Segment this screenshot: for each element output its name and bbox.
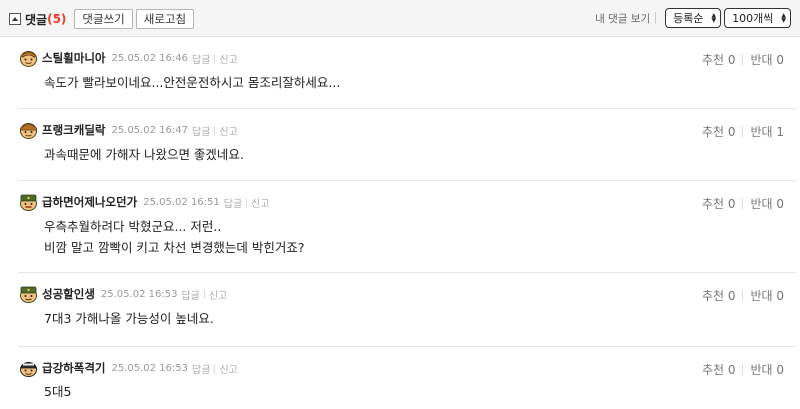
oppose-button[interactable]: 반대 1 (750, 123, 784, 140)
comment-meta: 스틸휠마니아 25.05.02 16:46 답글 신고 (19, 50, 238, 67)
comment-date: 25.05.02 16:53 (100, 288, 178, 300)
comment-text: 7대3 가해나올 가능성이 높네요. (44, 308, 214, 329)
divider (742, 364, 744, 375)
per-page-select-value: 100개씩 (732, 11, 774, 25)
comment-votes: 추천 0 반대 0 (702, 287, 784, 304)
reply-link[interactable]: 답글 (192, 361, 210, 376)
recommend-button[interactable]: 추천 0 (702, 195, 736, 212)
reply-link[interactable]: 답글 (181, 287, 199, 302)
comment-header: 댓글 (5) 댓글쓰기 새로고침 내 댓글 보기 등록순 ▲ ▼ 100개씩 ▲ ▼ (0, 0, 800, 37)
reply-link[interactable]: 답글 (192, 51, 210, 66)
header-right: 내 댓글 보기 등록순 ▲ ▼ 100개씩 ▲ ▼ (595, 8, 791, 28)
comment-votes: 추천 0 반대 0 (702, 51, 784, 68)
comment-line: 과속때문에 가해자 나왔으면 좋겠네요. (44, 147, 244, 162)
comment-date: 25.05.02 16:47 (111, 124, 189, 136)
reply-link[interactable]: 답글 (192, 123, 210, 138)
comment-meta: 급강하폭격기 25.05.02 16:53 답글 신고 (19, 360, 238, 377)
comment-date: 25.05.02 16:46 (111, 52, 189, 64)
divider (655, 12, 657, 24)
divider (203, 289, 205, 299)
divider (742, 126, 744, 137)
avatar-icon (19, 361, 38, 377)
comment-votes: 추천 0 반대 0 (702, 361, 784, 378)
select-arrows-icon: ▲ ▼ (781, 12, 786, 24)
comment-votes: 추천 0 반대 0 (702, 195, 784, 212)
recommend-button[interactable]: 추천 0 (702, 51, 736, 68)
select-arrows-icon: ▲ ▼ (711, 12, 717, 24)
collapse-toggle-icon[interactable] (9, 13, 21, 25)
report-link[interactable]: 신고 (219, 123, 237, 138)
comment-divider (18, 346, 796, 347)
divider (214, 363, 216, 373)
report-link[interactable]: 신고 (209, 287, 227, 302)
comment-text: 속도가 빨라보이네요...안전운전하시고 몸조리잘하세요... (44, 72, 340, 93)
avatar-icon (20, 194, 37, 211)
avatar-icon (20, 122, 37, 139)
comment-divider (18, 180, 796, 181)
comment-line: 속도가 빨라보이네요...안전운전하시고 몸조리잘하세요... (44, 75, 341, 90)
comment-line: 우측추월하려다 박혔군요... 저런.. (44, 219, 222, 234)
oppose-button[interactable]: 반대 0 (750, 287, 784, 304)
comment-votes: 추천 0 반대 1 (702, 123, 784, 140)
recommend-button[interactable]: 추천 0 (702, 287, 736, 304)
sort-select-value: 등록순 (673, 11, 704, 25)
comments-count: (5) (47, 12, 67, 26)
oppose-button[interactable]: 반대 0 (750, 361, 784, 378)
my-comments-link[interactable]: 내 댓글 보기 (595, 11, 650, 26)
divider (214, 125, 216, 135)
avatar-icon (20, 50, 37, 67)
comments-title: 댓글 (25, 12, 48, 27)
comment-nickname[interactable]: 급하면어제나오던가 (42, 194, 137, 210)
write-comment-button[interactable]: 댓글쓰기 (74, 9, 133, 29)
comment-section: 댓글 (5) 댓글쓰기 새로고침 내 댓글 보기 등록순 ▲ ▼ 100개씩 ▲ ▼ (0, 0, 800, 409)
comment-nickname[interactable]: 급강하폭격기 (42, 360, 105, 376)
reply-link[interactable]: 답글 (224, 195, 242, 210)
comment-divider (18, 108, 796, 109)
comment-text: 과속때문에 가해자 나왔으면 좋겠네요. (44, 144, 244, 165)
comment-line: 비깜 말고 깜빡이 키고 차선 변경했는데 박힌거죠? (44, 240, 305, 255)
comment-text: 5대5 (44, 381, 71, 402)
report-link[interactable]: 신고 (219, 51, 237, 66)
comment-meta: 급하면어제나오던가 25.05.02 16:51 답글 신고 (19, 194, 270, 211)
divider (214, 53, 216, 63)
sort-select[interactable]: 등록순 ▲ ▼ (665, 8, 722, 28)
divider (246, 197, 248, 207)
comment-meta: 프랭크캐딜락 25.05.02 16:47 답글 신고 (19, 122, 238, 139)
comment-date: 25.05.02 16:53 (111, 362, 189, 374)
comment-nickname[interactable]: 성공할인생 (42, 286, 95, 302)
comment-nickname[interactable]: 프랭크캐딜락 (42, 122, 105, 138)
comment-meta: 성공할인생 25.05.02 16:53 답글 신고 (19, 286, 227, 303)
comment-divider (18, 272, 796, 273)
comment-date: 25.05.02 16:51 (143, 196, 220, 208)
header-left: 댓글 (5) 댓글쓰기 새로고침 (9, 9, 195, 29)
recommend-button[interactable]: 추천 0 (702, 123, 736, 140)
oppose-button[interactable]: 반대 0 (750, 51, 784, 68)
comment-line: 5대5 (44, 384, 72, 399)
refresh-button[interactable]: 새로고침 (135, 9, 195, 29)
divider (742, 54, 744, 65)
divider (742, 198, 744, 209)
recommend-button[interactable]: 추천 0 (702, 361, 736, 378)
comment-nickname[interactable]: 스틸휠마니아 (42, 50, 105, 66)
avatar-icon (20, 286, 37, 303)
divider (742, 290, 744, 301)
oppose-button[interactable]: 반대 0 (750, 195, 784, 212)
comment-text: 우측추월하려다 박혔군요... 저런.. 비깜 말고 깜빡이 키고 차선 변경했… (44, 216, 304, 258)
per-page-select[interactable]: 100개씩 ▲ ▼ (724, 8, 791, 28)
comment-line: 7대3 가해나올 가능성이 높네요. (44, 311, 214, 326)
report-link[interactable]: 신고 (219, 361, 237, 376)
report-link[interactable]: 신고 (251, 195, 269, 210)
